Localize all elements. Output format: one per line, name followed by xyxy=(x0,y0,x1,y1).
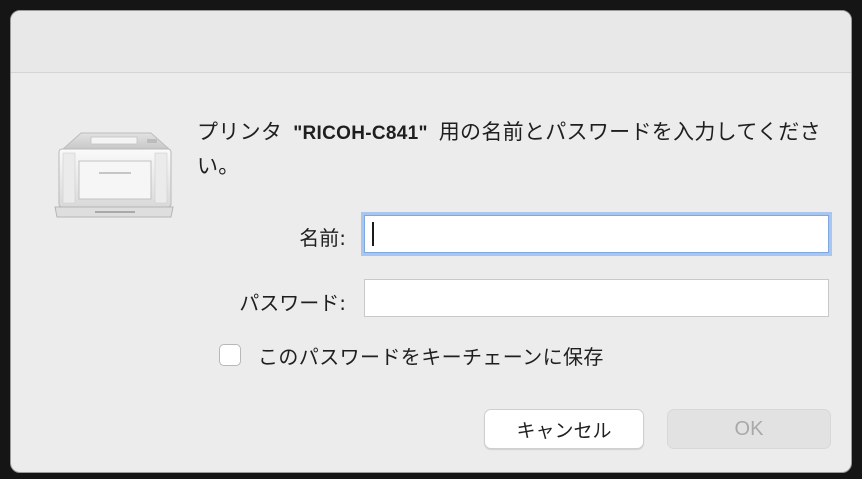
printer-name: "RICOH-C841" xyxy=(293,123,428,144)
message-prefix: プリンタ xyxy=(197,120,290,144)
dialog-titlebar xyxy=(11,11,851,73)
keychain-checkbox-label[interactable]: このパスワードをキーチェーンに保存 xyxy=(258,341,604,370)
keychain-checkbox[interactable] xyxy=(219,344,241,366)
name-label: 名前: xyxy=(299,226,346,250)
password-label: パスワード: xyxy=(239,291,346,315)
cancel-button[interactable]: キャンセル xyxy=(484,409,644,449)
password-field[interactable] xyxy=(364,279,829,317)
text-caret xyxy=(372,222,374,246)
auth-dialog: プリンタ "RICOH-C841" 用の名前とパスワードを入力してください。 名… xyxy=(10,10,852,473)
dialog-message: プリンタ "RICOH-C841" 用の名前とパスワードを入力してください。 xyxy=(197,116,837,182)
name-field[interactable] xyxy=(364,215,829,253)
message-suffix: 用の名前とパスワードを入力してください。 xyxy=(197,120,821,178)
keychain-option[interactable]: このパスワードをキーチェーンに保存 xyxy=(219,341,604,369)
printer-icon xyxy=(54,132,174,218)
ok-button[interactable]: OK xyxy=(667,409,831,449)
